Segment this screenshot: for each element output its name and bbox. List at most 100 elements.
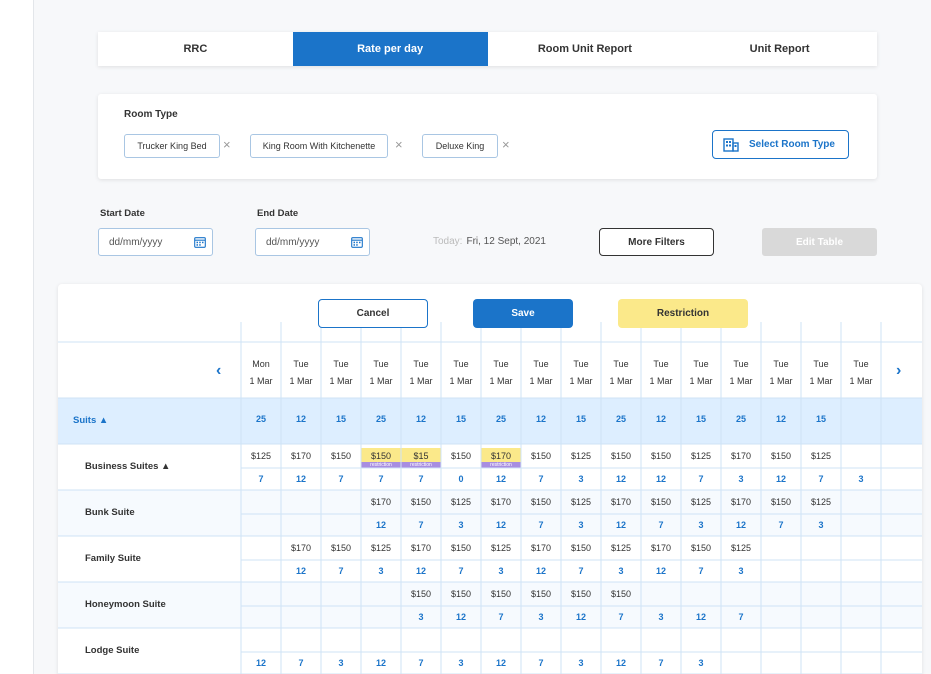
room-chip-deluxe-king[interactable]: Deluxe King <box>422 134 498 158</box>
day-name: Tue <box>373 359 389 369</box>
tab-unit-report[interactable]: Unit Report <box>682 32 877 66</box>
tab-rrc[interactable]: RRC <box>98 32 293 66</box>
remove-icon[interactable]: × <box>395 137 403 153</box>
day-header[interactable]: Mon 1 Mar <box>241 356 281 390</box>
day-header[interactable]: Tue 1 Mar <box>681 356 721 390</box>
unit-cell: 7 <box>578 566 584 576</box>
more-filters-button[interactable]: More Filters <box>599 228 714 256</box>
room-type-card: Room Type Trucker King Bed × King Room W… <box>98 94 877 179</box>
day-header[interactable]: Tue 1 Mar <box>841 356 881 390</box>
tab-room-unit-report[interactable]: Room Unit Report <box>488 32 683 66</box>
day-name: Tue <box>613 359 629 369</box>
restriction-button[interactable]: Restriction <box>618 299 748 328</box>
unit-cell: 7 <box>418 474 424 484</box>
day-name: Tue <box>693 359 709 369</box>
day-header[interactable]: Tue 1 Mar <box>601 356 641 390</box>
rate-cell: $150 <box>610 589 632 599</box>
room-type-label: Room Type <box>124 109 178 120</box>
unit-cell: 7 <box>738 612 744 622</box>
end-date-label: End Date <box>257 208 299 219</box>
suits-total: 15 <box>455 414 466 424</box>
rate-cell: $125 <box>450 497 472 507</box>
day-name: Tue <box>453 359 469 369</box>
suits-total: 15 <box>815 414 826 424</box>
day-header[interactable]: Tue 1 Mar <box>441 356 481 390</box>
rate-cell: $125 <box>690 497 712 507</box>
rate-cell: $125 <box>570 451 592 461</box>
room-row-label: Family Suite <box>85 553 141 564</box>
unit-cell: 7 <box>458 566 464 576</box>
day-header[interactable]: Tue 1 Mar <box>761 356 801 390</box>
rate-cell: $170 <box>290 451 312 461</box>
remove-icon[interactable]: × <box>223 137 231 153</box>
unit-cell: 3 <box>858 474 864 484</box>
rate-cell: $150 <box>450 451 472 461</box>
rate-cell: $150 <box>450 543 472 553</box>
unit-cell: 12 <box>375 520 386 530</box>
suits-group-label[interactable]: Suits ▲ <box>73 415 108 426</box>
remove-icon[interactable]: × <box>502 137 510 153</box>
rate-cell: $150 <box>690 543 712 553</box>
unit-cell: 12 <box>535 566 546 576</box>
restriction-tag-label: restriction <box>490 462 512 468</box>
start-date-input[interactable]: dd/mm/yyyy <box>98 228 213 256</box>
day-date: 1 Mar <box>289 376 313 386</box>
chevron-left-icon[interactable]: ‹ <box>216 362 221 380</box>
suits-total: 25 <box>735 414 746 424</box>
unit-cell: 3 <box>498 566 504 576</box>
day-header[interactable]: Tue 1 Mar <box>401 356 441 390</box>
calendar-icon[interactable] <box>351 236 363 248</box>
unit-cell: 3 <box>698 520 704 530</box>
day-header[interactable]: Tue 1 Mar <box>801 356 841 390</box>
unit-cell: 12 <box>615 520 626 530</box>
rate-cell: $150 <box>490 589 512 599</box>
unit-cell: 3 <box>338 658 344 668</box>
day-header[interactable]: Tue 1 Mar <box>281 356 321 390</box>
unit-cell: 7 <box>538 658 544 668</box>
day-header[interactable]: Tue 1 Mar <box>641 356 681 390</box>
rate-cell: $125 <box>250 451 272 461</box>
room-row-label: Honeymoon Suite <box>85 599 166 610</box>
unit-cell: 7 <box>258 474 264 484</box>
room-chip-trucker-king-bed[interactable]: Trucker King Bed <box>124 134 220 158</box>
calendar-icon[interactable] <box>194 236 206 248</box>
unit-cell: 3 <box>578 658 584 668</box>
end-date-input[interactable]: dd/mm/yyyy <box>255 228 370 256</box>
day-name: Tue <box>493 359 509 369</box>
day-header[interactable]: Tue 1 Mar <box>561 356 601 390</box>
today-indicator: Today: Fri, 12 Sept, 2021 <box>433 236 546 247</box>
day-date: 1 Mar <box>649 376 673 386</box>
room-row-label[interactable]: Business Suites ▲ <box>85 461 170 472</box>
suits-total: 25 <box>255 414 266 424</box>
unit-cell: 12 <box>295 474 306 484</box>
rate-cell: $125 <box>490 543 512 553</box>
rate-cell: $150 <box>410 497 432 507</box>
unit-cell: 12 <box>615 658 626 668</box>
edit-table-button[interactable]: Edit Table <box>762 228 877 256</box>
rate-cell: $170 <box>730 451 752 461</box>
day-header[interactable]: Tue 1 Mar <box>361 356 401 390</box>
restriction-tag-label: restriction <box>370 462 392 468</box>
select-room-type-button[interactable]: Select Room Type <box>712 130 849 159</box>
room-chip-king-room-kitchenette[interactable]: King Room With Kitchenette <box>250 134 388 158</box>
day-name: Tue <box>533 359 549 369</box>
day-header[interactable]: Tue 1 Mar <box>721 356 761 390</box>
save-button[interactable]: Save <box>473 299 573 328</box>
restriction-tag-label: restriction <box>410 462 432 468</box>
day-date: 1 Mar <box>569 376 593 386</box>
day-header[interactable]: Tue 1 Mar <box>481 356 521 390</box>
day-header[interactable]: Tue 1 Mar <box>521 356 561 390</box>
day-header[interactable]: Tue 1 Mar <box>321 356 361 390</box>
day-date: 1 Mar <box>529 376 553 386</box>
unit-cell: 3 <box>418 612 424 622</box>
rate-cell: $170 <box>370 497 392 507</box>
rate-cell: $150 <box>370 451 392 461</box>
unit-cell: 3 <box>658 612 664 622</box>
rate-cell: $125 <box>730 543 752 553</box>
chevron-right-icon[interactable]: › <box>896 362 901 380</box>
cancel-button[interactable]: Cancel <box>318 299 428 328</box>
day-name: Tue <box>413 359 429 369</box>
unit-cell: 7 <box>778 520 784 530</box>
day-name: Tue <box>853 359 869 369</box>
tab-rate-per-day[interactable]: Rate per day <box>292 32 488 66</box>
